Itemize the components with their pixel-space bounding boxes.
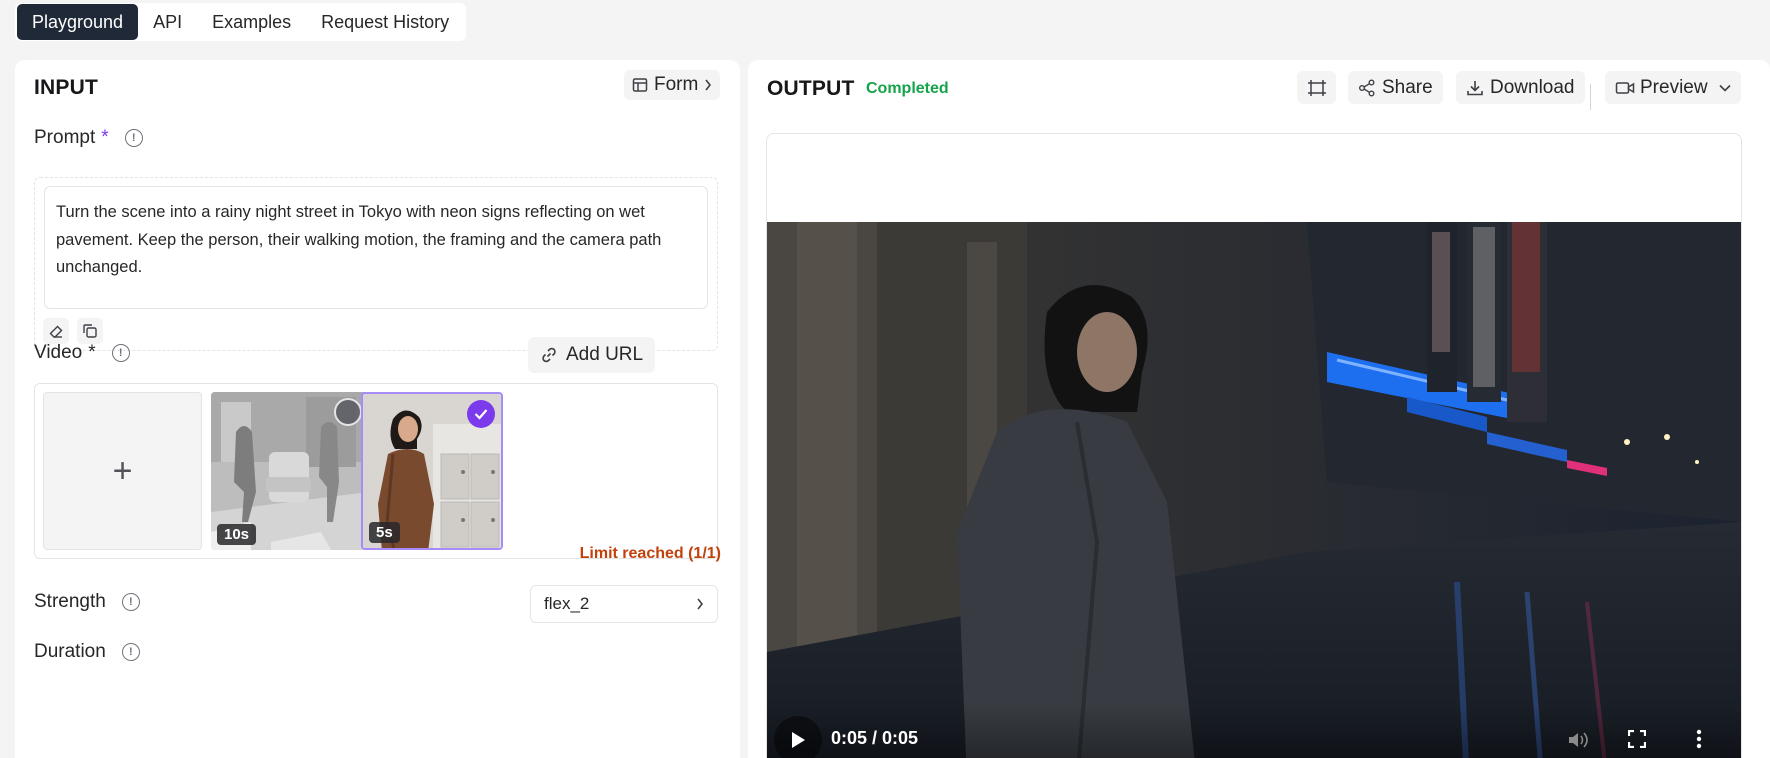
info-icon[interactable]: ! — [124, 129, 143, 147]
chevron-right-icon — [705, 79, 712, 91]
download-icon — [1467, 80, 1483, 95]
share-button[interactable]: Share — [1348, 71, 1443, 104]
more-options-icon[interactable] — [1696, 729, 1702, 749]
required-marker: * — [101, 127, 109, 148]
chevron-down-icon — [1719, 84, 1731, 92]
prompt-textarea[interactable]: Turn the scene into a rainy night street… — [44, 186, 708, 309]
clear-prompt-button[interactable] — [43, 318, 69, 344]
download-button[interactable]: Download — [1456, 71, 1585, 104]
playback-time: 0:05 / 0:05 — [831, 728, 919, 748]
strength-label: Strength ! — [34, 591, 140, 613]
video-picker: + 10s 5s — [34, 383, 718, 559]
form-view-button[interactable]: Form — [624, 70, 721, 100]
fullscreen-icon[interactable] — [1628, 730, 1646, 748]
select-radio[interactable] — [334, 398, 362, 426]
share-label: Share — [1382, 76, 1433, 98]
tab-playground[interactable]: Playground — [17, 4, 139, 40]
plus-icon: + — [112, 451, 133, 490]
input-panel: INPUT Form Prompt * ! Turn the scene into… — [15, 60, 740, 758]
tab-examples[interactable]: Examples — [197, 4, 306, 40]
chevron-right-icon — [697, 598, 704, 610]
video-player[interactable]: 0:05 / 0:05 — [767, 222, 1741, 758]
download-label: Download — [1490, 76, 1575, 98]
add-url-label: Add URL — [566, 344, 644, 365]
info-icon[interactable]: ! — [121, 643, 140, 661]
tab-request-history[interactable]: Request History — [306, 4, 464, 40]
video-thumbnail[interactable]: 10s — [211, 392, 368, 550]
strength-label-text: Strength — [34, 591, 106, 612]
limit-reached-text: Limit reached (1/1) — [579, 545, 721, 562]
info-icon[interactable]: ! — [121, 593, 140, 611]
link-icon — [542, 347, 556, 363]
upload-video-button[interactable]: + — [43, 392, 202, 550]
required-marker: * — [88, 342, 96, 363]
play-icon — [792, 732, 805, 748]
table-icon — [632, 78, 648, 92]
video-label-text: Video — [34, 342, 83, 363]
duration-label-text: Duration — [34, 641, 106, 662]
prompt-field-wrapper: Turn the scene into a rainy night street… — [34, 177, 718, 351]
toolbar-divider — [1590, 84, 1591, 110]
strength-value: flex_2 — [544, 594, 590, 613]
duration-badge: 10s — [217, 524, 257, 545]
copy-prompt-button[interactable] — [77, 318, 103, 344]
volume-icon[interactable] — [1567, 730, 1589, 750]
strength-select[interactable]: flex_2 — [530, 585, 718, 623]
play-button[interactable] — [774, 716, 822, 758]
video-label: Video * ! — [34, 342, 130, 364]
info-icon[interactable]: ! — [111, 344, 130, 362]
top-tab-bar: Playground API Examples Request History — [15, 3, 467, 41]
eraser-icon — [49, 325, 63, 338]
video-camera-icon — [1615, 81, 1635, 94]
input-title: INPUT — [34, 76, 98, 99]
output-panel: OUTPUT Completed Share Download Preview — [748, 60, 1770, 758]
form-view-label: Form — [654, 74, 699, 95]
share-icon — [1359, 79, 1375, 96]
check-icon — [474, 409, 488, 420]
status-badge: Completed — [866, 80, 949, 97]
prompt-label: Prompt * ! — [34, 127, 143, 149]
expand-frame-icon — [1307, 79, 1326, 96]
preview-dropdown[interactable]: Preview — [1605, 71, 1741, 104]
selected-check[interactable] — [467, 400, 495, 428]
add-url-button[interactable]: Add URL — [528, 337, 656, 373]
video-preview-frame: 0:05 / 0:05 — [766, 133, 1742, 758]
copy-icon — [83, 324, 97, 338]
rainy-tokyo-street-frame — [767, 222, 1741, 758]
preview-label: Preview — [1640, 76, 1708, 98]
video-thumbnail-selected[interactable]: 5s — [361, 392, 503, 550]
duration-badge: 5s — [369, 522, 400, 543]
output-title: OUTPUT — [767, 77, 855, 100]
fullscreen-view-button[interactable] — [1297, 71, 1336, 104]
duration-label: Duration ! — [34, 641, 140, 663]
player-controls: 0:05 / 0:05 — [767, 704, 1741, 758]
tab-api[interactable]: API — [138, 4, 197, 40]
prompt-label-text: Prompt — [34, 127, 96, 148]
